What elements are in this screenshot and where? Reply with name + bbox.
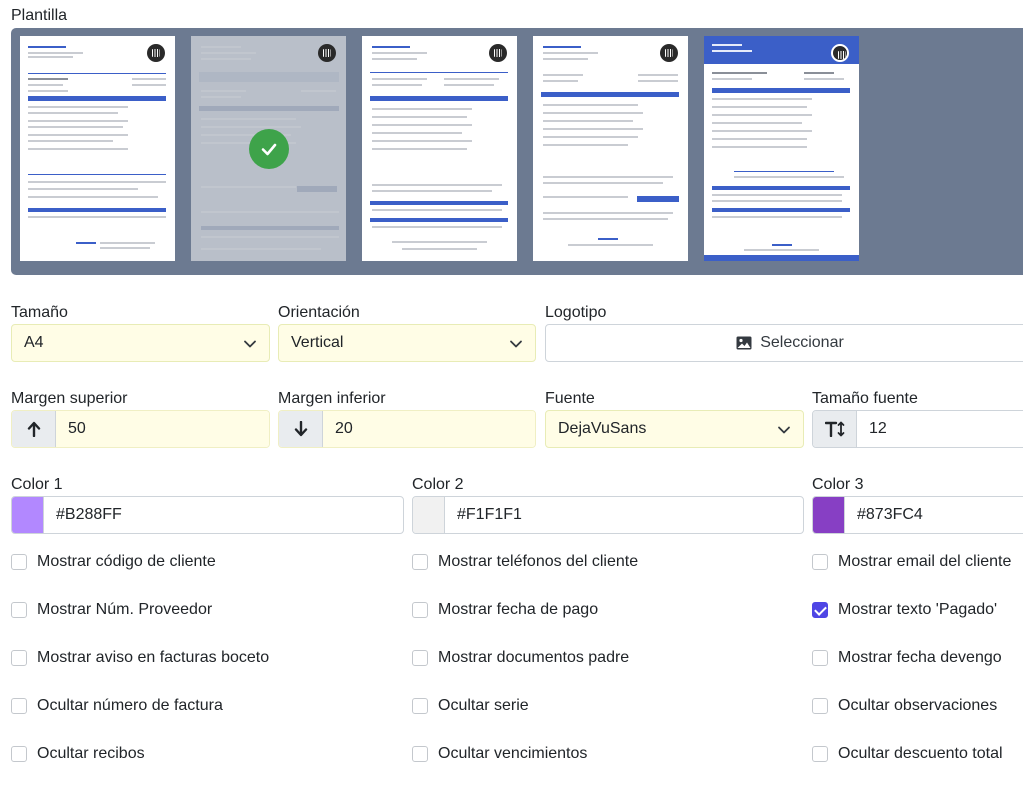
arrow-up-icon — [12, 411, 56, 447]
checkbox-unchecked[interactable] — [812, 698, 828, 714]
checkbox-label: Mostrar documentos padre — [438, 649, 630, 666]
template-thumbnail-1[interactable] — [20, 36, 175, 261]
logo-icon — [147, 44, 165, 62]
selected-check-icon — [249, 129, 289, 169]
template-thumbnail-2[interactable] — [191, 36, 346, 261]
logo-icon — [660, 44, 678, 62]
option-checkbox[interactable]: Ocultar número de factura — [11, 697, 223, 715]
checkbox-label: Mostrar aviso en facturas boceto — [37, 649, 270, 666]
size-value: A4 — [24, 334, 44, 351]
checkbox-unchecked[interactable] — [11, 554, 27, 570]
size-label: Tamaño — [11, 304, 68, 321]
orientation-value: Vertical — [291, 334, 344, 351]
template-thumbnail-3[interactable] — [362, 36, 517, 261]
checkbox-label: Mostrar texto 'Pagado' — [838, 601, 998, 618]
logo-label: Logotipo — [545, 304, 607, 321]
option-checkbox[interactable]: Ocultar recibos — [11, 745, 145, 763]
text-height-icon — [813, 411, 857, 447]
color3-input[interactable]: #873FC4 — [845, 497, 1023, 533]
checkbox-unchecked[interactable] — [11, 650, 27, 666]
margin-bottom-field[interactable]: 20 — [278, 410, 536, 448]
image-icon — [736, 336, 752, 350]
arrow-down-icon — [279, 411, 323, 447]
color1-swatch[interactable] — [12, 497, 44, 533]
checkbox-label: Mostrar Núm. Proveedor — [37, 601, 213, 618]
logo-icon — [489, 44, 507, 62]
option-checkbox[interactable]: Mostrar código de cliente — [11, 553, 216, 571]
template-thumbnail-4[interactable] — [533, 36, 688, 261]
option-checkbox[interactable]: Mostrar fecha de pago — [412, 601, 598, 619]
option-checkbox[interactable]: Mostrar aviso en facturas boceto — [11, 649, 269, 667]
checkbox-unchecked[interactable] — [412, 698, 428, 714]
checkbox-label: Ocultar vencimientos — [438, 745, 588, 762]
font-size-field[interactable]: 12 — [812, 410, 1023, 448]
select-logo-button[interactable]: Seleccionar — [545, 324, 1023, 362]
logo-icon — [831, 44, 849, 62]
color2-label: Color 2 — [412, 476, 464, 493]
option-checkbox[interactable]: Ocultar observaciones — [812, 697, 997, 715]
color1-field[interactable]: #B288FF — [11, 496, 404, 534]
option-checkbox[interactable]: Mostrar email del cliente — [812, 553, 1011, 571]
chevron-down-icon — [778, 426, 790, 434]
checkbox-label: Ocultar recibos — [37, 745, 145, 762]
color1-label: Color 1 — [11, 476, 63, 493]
checkbox-unchecked[interactable] — [812, 650, 828, 666]
font-select[interactable]: DejaVuSans — [545, 410, 804, 448]
margin-top-input[interactable]: 50 — [56, 411, 269, 447]
checkbox-label: Ocultar observaciones — [838, 697, 998, 714]
chevron-down-icon — [244, 340, 256, 348]
font-size-label: Tamaño fuente — [812, 390, 918, 407]
orientation-select[interactable]: Vertical — [278, 324, 536, 362]
checkbox-label: Mostrar fecha de pago — [438, 601, 599, 618]
color3-field[interactable]: #873FC4 — [812, 496, 1023, 534]
option-checkbox[interactable]: Ocultar serie — [412, 697, 529, 715]
checkbox-unchecked[interactable] — [11, 746, 27, 762]
template-label: Plantilla — [11, 7, 68, 24]
checkbox-unchecked[interactable] — [412, 650, 428, 666]
checkbox-unchecked[interactable] — [412, 554, 428, 570]
margin-top-label: Margen superior — [11, 390, 128, 407]
orientation-label: Orientación — [278, 304, 360, 321]
color3-swatch[interactable] — [813, 497, 845, 533]
checkbox-unchecked[interactable] — [812, 746, 828, 762]
font-value: DejaVuSans — [558, 420, 647, 437]
color2-field[interactable]: #F1F1F1 — [412, 496, 804, 534]
option-checkbox[interactable]: Mostrar fecha devengo — [812, 649, 1002, 667]
checkbox-label: Mostrar teléfonos del cliente — [438, 553, 639, 570]
checkbox-unchecked[interactable] — [412, 746, 428, 762]
checkbox-label: Mostrar email del cliente — [838, 553, 1012, 570]
option-checkbox[interactable]: Mostrar texto 'Pagado' — [812, 601, 997, 619]
option-checkbox[interactable]: Ocultar descuento total — [812, 745, 1003, 763]
option-checkbox[interactable]: Mostrar documentos padre — [412, 649, 629, 667]
size-select[interactable]: A4 — [11, 324, 270, 362]
color2-input[interactable]: #F1F1F1 — [445, 497, 803, 533]
checkbox-label: Mostrar código de cliente — [37, 553, 216, 570]
checkbox-checked[interactable] — [812, 602, 828, 618]
option-checkbox[interactable]: Ocultar vencimientos — [412, 745, 587, 763]
select-logo-label: Seleccionar — [760, 334, 844, 351]
checkbox-unchecked[interactable] — [812, 554, 828, 570]
font-label: Fuente — [545, 390, 595, 407]
font-size-input[interactable]: 12 — [857, 411, 1023, 447]
checkbox-label: Ocultar número de factura — [37, 697, 223, 714]
checkbox-unchecked[interactable] — [412, 602, 428, 618]
chevron-down-icon — [510, 340, 522, 348]
template-thumbnail-5[interactable] — [704, 36, 859, 261]
option-checkbox[interactable]: Mostrar Núm. Proveedor — [11, 601, 212, 619]
checkbox-label: Ocultar descuento total — [838, 745, 1003, 762]
color1-input[interactable]: #B288FF — [44, 497, 403, 533]
color2-swatch[interactable] — [413, 497, 445, 533]
checkbox-unchecked[interactable] — [11, 602, 27, 618]
checkbox-unchecked[interactable] — [11, 698, 27, 714]
margin-bottom-input[interactable]: 20 — [323, 411, 535, 447]
option-checkbox[interactable]: Mostrar teléfonos del cliente — [412, 553, 638, 571]
margin-top-field[interactable]: 50 — [11, 410, 270, 448]
color3-label: Color 3 — [812, 476, 864, 493]
margin-bottom-label: Margen inferior — [278, 390, 386, 407]
template-gallery — [11, 28, 1023, 275]
checkbox-label: Ocultar serie — [438, 697, 529, 714]
logo-icon — [318, 44, 336, 62]
checkbox-label: Mostrar fecha devengo — [838, 649, 1002, 666]
